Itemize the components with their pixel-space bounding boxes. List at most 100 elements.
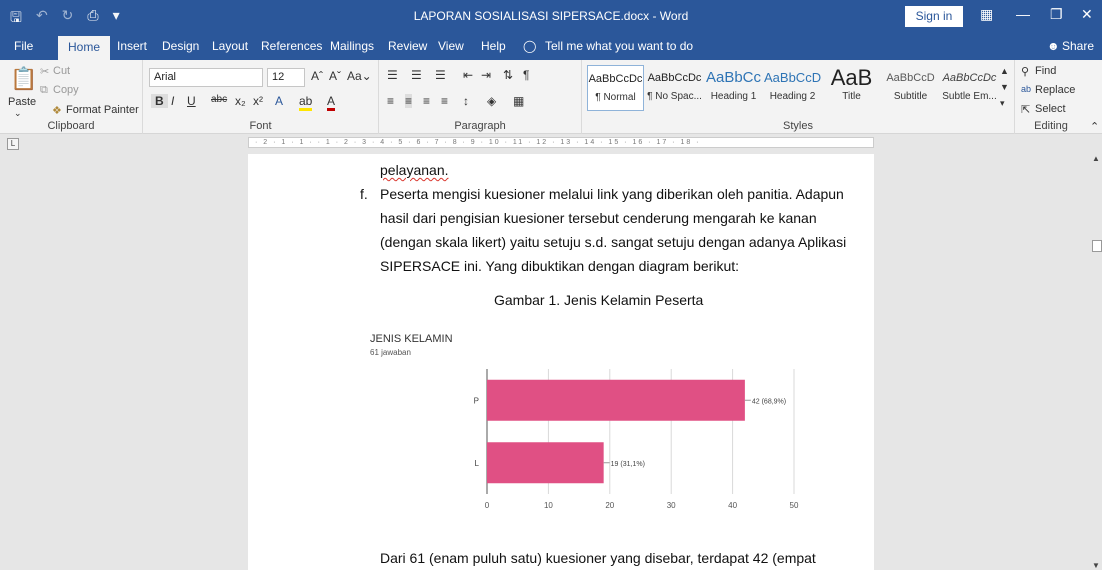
x-tick-label: 10 xyxy=(544,501,553,510)
find-button[interactable]: Find xyxy=(1035,65,1056,77)
share-icon[interactable]: ☻ xyxy=(1047,39,1060,53)
style-subtitle[interactable]: AaBbCcD Subtitle xyxy=(882,65,939,111)
copy-button[interactable]: Copy xyxy=(53,84,79,96)
style-preview: AaBbCcD xyxy=(764,70,821,85)
borders-icon[interactable]: ▦ xyxy=(513,94,524,108)
tab-view[interactable]: View xyxy=(438,39,464,53)
x-tick-label: 40 xyxy=(728,501,737,510)
tab-insert[interactable]: Insert xyxy=(117,39,147,53)
styles-scroll-down-icon[interactable]: ▼ xyxy=(1000,82,1009,92)
scrollbar-thumb[interactable] xyxy=(1092,240,1102,252)
underline-icon[interactable]: U xyxy=(187,94,196,108)
grow-font-icon[interactable]: Aˆ xyxy=(311,69,323,83)
font-group: Arial 12 Aˆ Aˇ Aa⌄ B I U abc x₂ x² A ab … xyxy=(143,60,379,134)
style-heading-1[interactable]: AaBbCc Heading 1 xyxy=(705,65,762,111)
category-label: P xyxy=(474,396,479,405)
editing-group-label: Editing xyxy=(1034,120,1068,132)
text-line: (dengan skala likert) yaitu setuju s.d. … xyxy=(380,234,847,250)
select-button[interactable]: Select xyxy=(1035,103,1066,115)
scroll-up-icon[interactable]: ▲ xyxy=(1092,154,1100,163)
document-page[interactable]: pelayanan. f. Peserta mengisi kuesioner … xyxy=(248,154,874,570)
style-heading-2[interactable]: AaBbCcD Heading 2 xyxy=(764,65,821,111)
cut-button[interactable]: Cut xyxy=(53,65,70,77)
x-tick-label: 0 xyxy=(485,501,490,510)
tab-file[interactable]: File xyxy=(14,39,33,53)
bar xyxy=(487,442,604,484)
bullets-icon[interactable]: ☰ xyxy=(387,68,398,82)
replace-icon: ab xyxy=(1021,84,1032,94)
superscript-icon[interactable]: x² xyxy=(253,94,263,108)
styles-group: AaBbCcDc ¶ Normal AaBbCcDc ¶ No Spac... … xyxy=(582,60,1015,134)
maximize-button[interactable]: ❐ xyxy=(1050,6,1063,23)
paste-dropdown-icon[interactable]: ⌄ xyxy=(14,108,22,119)
style-preview: AaBbCcDc xyxy=(647,72,702,84)
justify-icon[interactable]: ≡ xyxy=(441,94,448,108)
style-name: Heading 2 xyxy=(769,91,816,102)
shrink-font-icon[interactable]: Aˇ xyxy=(329,69,341,83)
text-effects-icon[interactable]: A xyxy=(275,94,283,108)
tab-references[interactable]: References xyxy=(261,39,322,53)
select-icon: ⇱ xyxy=(1021,104,1031,116)
lightbulb-icon: ◯ xyxy=(523,39,537,53)
style-normal[interactable]: AaBbCcDc ¶ Normal xyxy=(587,65,644,111)
align-right-icon[interactable]: ≡ xyxy=(423,94,430,108)
paste-icon[interactable]: 📋 xyxy=(10,66,37,92)
show-formatting-icon[interactable]: ¶ xyxy=(523,68,529,82)
paste-button[interactable]: Paste xyxy=(8,96,36,108)
list-marker: f. xyxy=(360,186,368,202)
tab-mailings[interactable]: Mailings xyxy=(330,39,374,53)
style-name: Title xyxy=(842,91,861,102)
style-subtle-emphasis[interactable]: AaBbCcDc Subtle Em... xyxy=(941,65,998,111)
styles-more-icon[interactable]: ▾ xyxy=(1000,98,1005,109)
highlight-color-icon[interactable]: ab xyxy=(299,94,313,111)
style-no-spacing[interactable]: AaBbCcDc ¶ No Spac... xyxy=(646,65,703,111)
sign-in-button[interactable]: Sign in xyxy=(905,6,963,27)
horizontal-ruler[interactable]: · 2 · 1 · 1 · · 1 · 2 · 3 · 4 · 5 · 6 · … xyxy=(248,137,874,148)
ruler: L · 2 · 1 · 1 · · 1 · 2 · 3 · 4 · 5 · 6 … xyxy=(0,134,1102,154)
share-button[interactable]: Share xyxy=(1062,39,1094,53)
subscript-icon[interactable]: x₂ xyxy=(235,94,246,108)
tab-help[interactable]: Help xyxy=(481,39,506,53)
align-center-icon[interactable]: ≡ xyxy=(405,94,413,108)
data-label: 42 (68,9%) xyxy=(752,398,786,405)
format-painter-button[interactable]: Format Painter xyxy=(66,104,139,116)
shading-icon[interactable]: ◈ xyxy=(487,94,496,108)
bar xyxy=(487,379,745,421)
align-left-icon[interactable]: ≡ xyxy=(387,94,394,108)
numbering-icon[interactable]: ☰ xyxy=(411,68,422,82)
replace-button[interactable]: Replace xyxy=(1035,84,1075,96)
style-title[interactable]: AaB Title xyxy=(823,65,880,111)
change-case-icon[interactable]: Aa⌄ xyxy=(347,69,372,83)
minimize-button[interactable]: — xyxy=(1016,6,1030,22)
tab-review[interactable]: Review xyxy=(388,39,427,53)
tell-me-search[interactable]: Tell me what you want to do xyxy=(545,39,693,53)
x-tick-label: 20 xyxy=(605,501,614,510)
close-button[interactable]: ✕ xyxy=(1081,6,1093,23)
line-spacing-icon[interactable]: ↕ xyxy=(463,94,469,108)
font-color-icon[interactable]: A xyxy=(327,94,336,111)
tab-design[interactable]: Design xyxy=(162,39,199,53)
bold-icon[interactable]: B xyxy=(151,94,168,108)
bar-chart: JENIS KELAMIN 61 jawaban P 42 (68,9%) L 19 … xyxy=(370,333,799,510)
style-name: Subtle Em... xyxy=(942,91,997,102)
italic-icon[interactable]: I xyxy=(171,94,174,108)
data-label: 19 (31,1%) xyxy=(611,461,645,468)
increase-indent-icon[interactable]: ⇥ xyxy=(481,68,491,82)
style-preview: AaBbCcDc xyxy=(588,73,643,85)
tab-selector-icon[interactable]: L xyxy=(7,138,19,150)
tab-home[interactable]: Home xyxy=(58,36,111,61)
strikethrough-icon[interactable]: abc xyxy=(211,94,227,105)
ribbon-display-options-icon[interactable]: ▦ xyxy=(980,6,993,23)
scroll-down-icon[interactable]: ▼ xyxy=(1092,561,1100,570)
copy-icon: ⧉ xyxy=(40,84,48,96)
tab-layout[interactable]: Layout xyxy=(212,39,248,53)
vertical-scrollbar[interactable]: ▲ ▼ xyxy=(1092,154,1102,570)
font-size-select[interactable]: 12 xyxy=(267,68,305,87)
sort-icon[interactable]: ⇅ xyxy=(503,68,513,82)
font-family-select[interactable]: Arial xyxy=(149,68,263,87)
styles-scroll-up-icon[interactable]: ▲ xyxy=(1000,66,1009,76)
multilevel-list-icon[interactable]: ☰ xyxy=(435,68,446,82)
style-preview: AaB xyxy=(830,65,873,90)
collapse-ribbon-icon[interactable]: ⌃ xyxy=(1090,120,1099,133)
decrease-indent-icon[interactable]: ⇤ xyxy=(463,68,473,82)
